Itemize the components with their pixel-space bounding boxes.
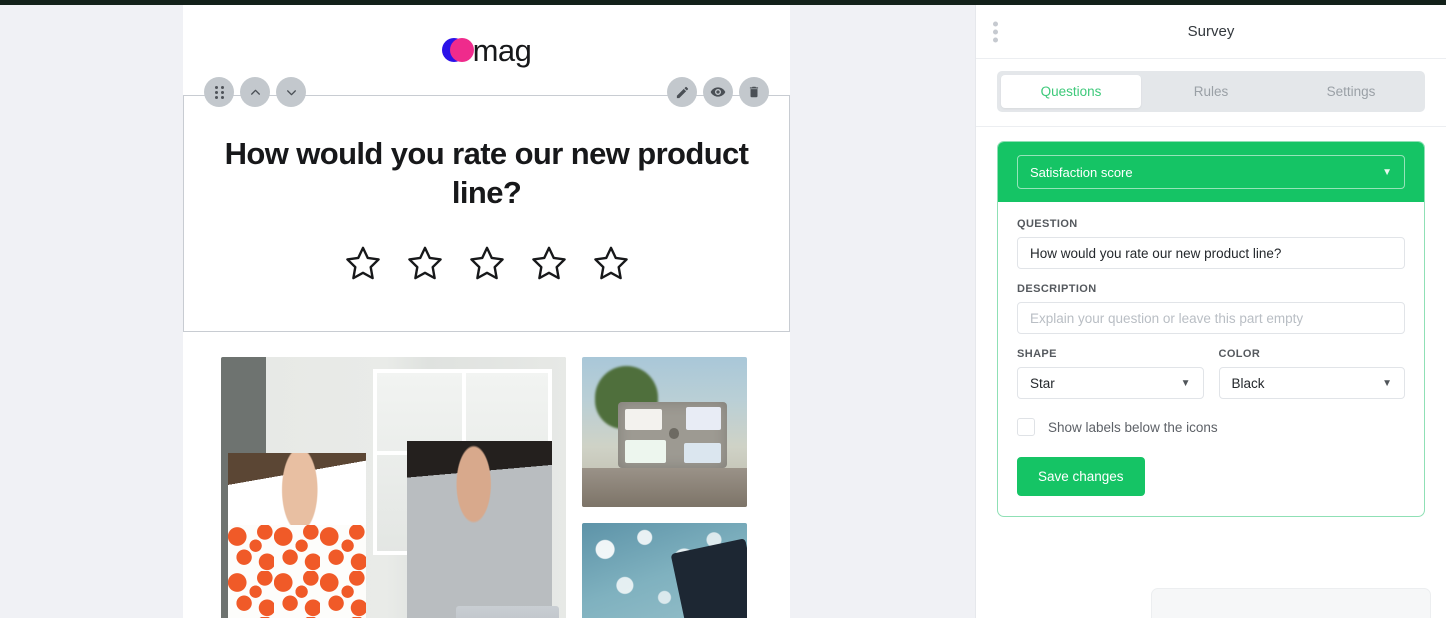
selected-block[interactable]: How would you rate our new product line? <box>183 77 790 332</box>
survey-panel: Survey Questions Rules Settings Satisfac… <box>975 5 1446 618</box>
shape-value: Star <box>1030 375 1055 391</box>
gallery-right-column <box>582 357 747 618</box>
star-icon-1[interactable] <box>341 242 385 286</box>
page-sheet: mag How would you rate our new product l… <box>183 5 790 618</box>
rating-stars[interactable] <box>184 242 789 286</box>
tab-bar: Questions Rules Settings <box>997 71 1425 112</box>
next-question-card-partial[interactable] <box>1151 588 1431 618</box>
kebab-menu-icon[interactable] <box>990 18 1001 45</box>
show-labels-checkbox[interactable] <box>1017 418 1035 436</box>
preview-block-button[interactable] <box>703 77 733 107</box>
chevron-down-icon <box>286 89 296 95</box>
move-up-button[interactable] <box>240 77 270 107</box>
description-input[interactable]: Explain your question or leave this part… <box>1017 302 1405 334</box>
shape-field-label: SHAPE <box>1017 348 1057 360</box>
tabs-wrapper: Questions Rules Settings <box>976 59 1446 112</box>
pencil-icon <box>676 86 688 98</box>
question-card-header: Satisfaction score ▼ <box>998 142 1424 202</box>
logo-circles-icon <box>441 37 474 63</box>
show-labels-label: Show labels below the icons <box>1048 419 1218 435</box>
block-question-heading: How would you rate our new product line? <box>224 136 749 210</box>
app-root: mag How would you rate our new product l… <box>0 0 1446 618</box>
panel-divider <box>976 126 1446 127</box>
drag-handle-button[interactable] <box>204 77 234 107</box>
drag-dots-icon <box>214 85 224 99</box>
panel-header: Survey <box>976 5 1446 59</box>
color-value: Black <box>1231 375 1265 391</box>
question-card-body: QUESTION How would you rate our new prod… <box>998 202 1424 516</box>
question-editor-card: Satisfaction score ▼ QUESTION How would … <box>997 141 1425 517</box>
block-toolbar-left <box>204 77 306 107</box>
delete-block-button[interactable] <box>739 77 769 107</box>
color-select[interactable]: Black ▼ <box>1218 367 1405 399</box>
trash-icon <box>749 86 759 98</box>
question-input[interactable]: How would you rate our new product line? <box>1017 237 1405 269</box>
star-icon-3[interactable] <box>465 242 509 286</box>
page-title: Survey <box>1187 23 1235 40</box>
color-field-label: COLOR <box>1218 348 1261 360</box>
chevron-down-icon: ▼ <box>1180 377 1191 389</box>
shape-color-row: SHAPE Star ▼ COLOR Black ▼ <box>1017 348 1405 399</box>
bokeh-water-photo[interactable] <box>582 523 747 618</box>
star-icon-5[interactable] <box>589 242 633 286</box>
image-gallery <box>183 332 790 618</box>
brand-name: mag <box>472 32 532 68</box>
move-down-button[interactable] <box>276 77 306 107</box>
tab-rules[interactable]: Rules <box>1141 75 1281 108</box>
description-field-label: DESCRIPTION <box>1017 283 1097 295</box>
save-changes-button[interactable]: Save changes <box>1017 457 1145 496</box>
shape-select[interactable]: Star ▼ <box>1017 367 1204 399</box>
star-icon-4[interactable] <box>527 242 571 286</box>
brand-logo: mag <box>441 32 532 68</box>
laptop-stickers-photo[interactable] <box>582 357 747 507</box>
tab-questions[interactable]: Questions <box>1001 75 1141 108</box>
shape-group: SHAPE Star ▼ <box>1017 348 1204 399</box>
chevron-down-icon: ▼ <box>1382 377 1392 389</box>
edit-block-button[interactable] <box>667 77 697 107</box>
two-men-laptop-photo[interactable] <box>221 357 566 618</box>
show-labels-checkbox-row[interactable]: Show labels below the icons <box>1017 418 1405 436</box>
question-type-value: Satisfaction score <box>1030 164 1133 180</box>
eye-icon <box>710 87 726 97</box>
block-toolbar-right <box>667 77 769 107</box>
question-type-select[interactable]: Satisfaction score ▼ <box>1017 155 1405 189</box>
star-icon-2[interactable] <box>403 242 447 286</box>
tab-settings[interactable]: Settings <box>1281 75 1421 108</box>
editor-canvas: mag How would you rate our new product l… <box>0 5 975 618</box>
chevron-up-icon <box>250 89 260 95</box>
question-field-label: QUESTION <box>1017 218 1078 230</box>
chevron-down-icon: ▼ <box>1382 166 1392 178</box>
color-group: COLOR Black ▼ <box>1218 348 1405 399</box>
